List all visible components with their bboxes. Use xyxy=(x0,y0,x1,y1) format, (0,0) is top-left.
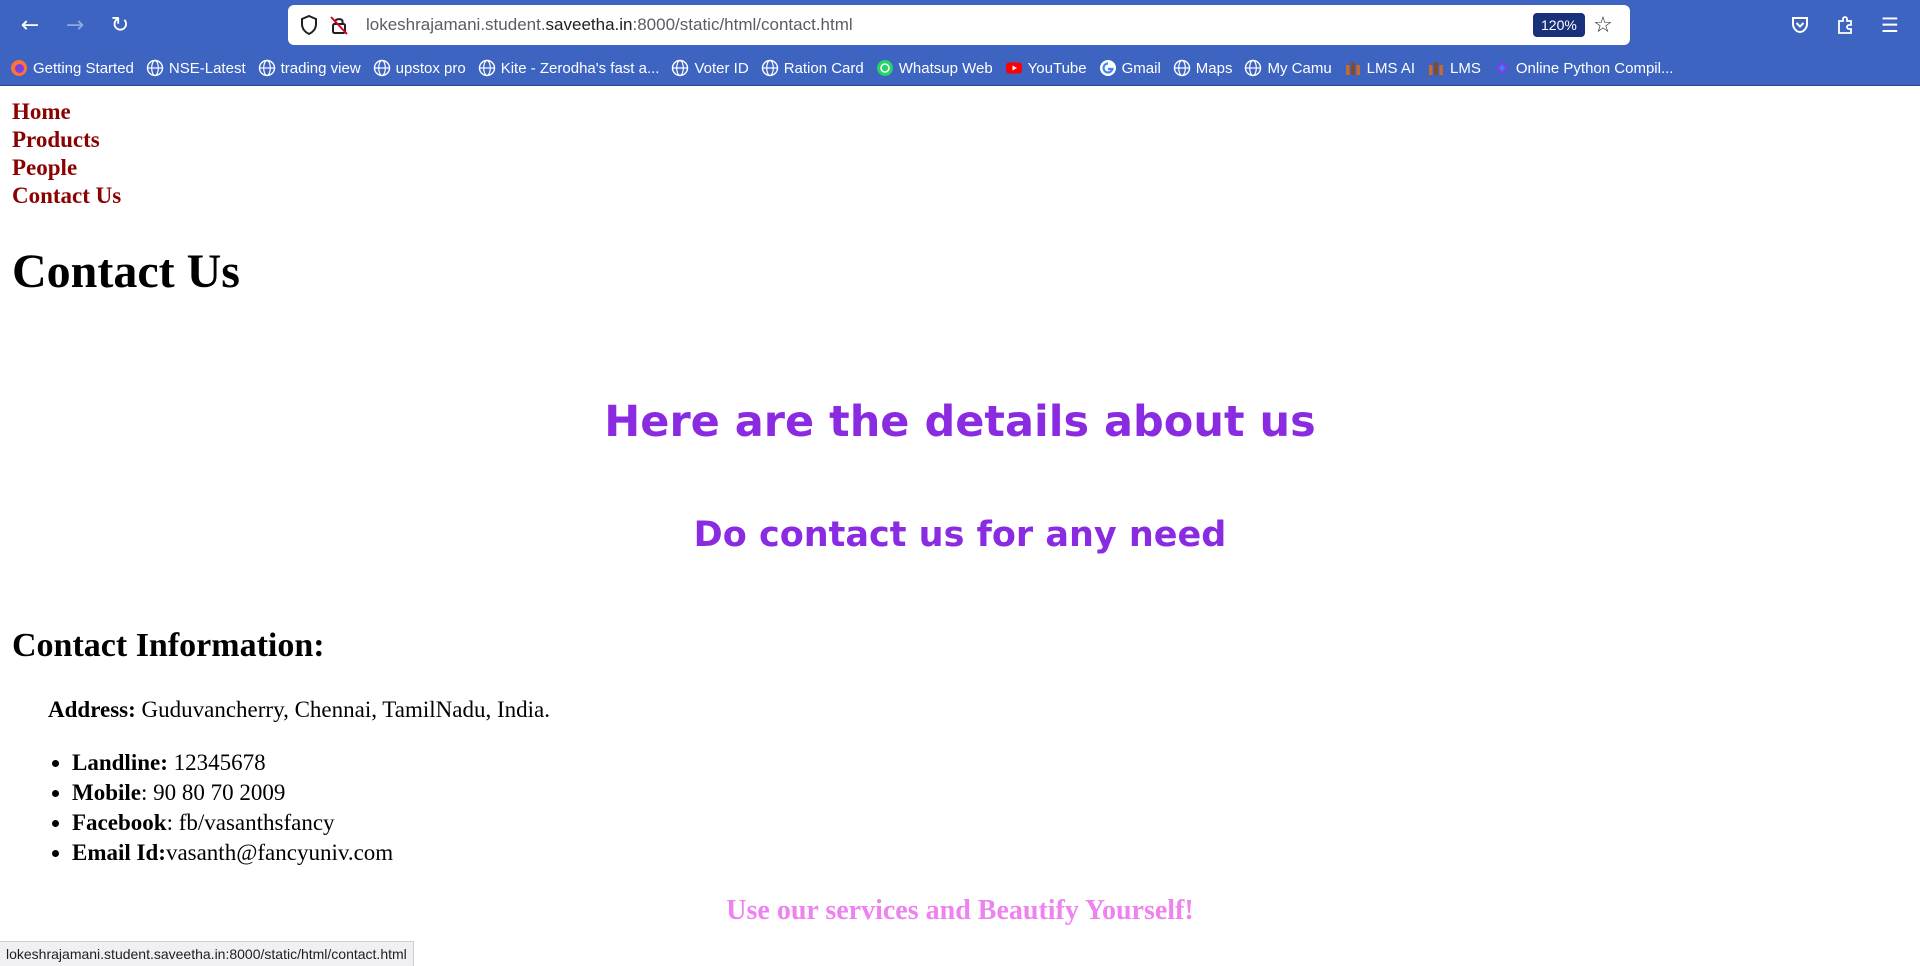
landline-value: 12345678 xyxy=(167,750,266,775)
bookmark-label: Ration Card xyxy=(783,59,864,77)
contact-item-email: Email Id:vasanth@fancyuniv.com xyxy=(72,838,393,868)
bookmark-my-camu[interactable]: My Camu xyxy=(1244,59,1332,77)
email-value: vasanth@fancyuniv.com xyxy=(165,840,394,865)
zoom-level-badge[interactable]: 120% xyxy=(1533,13,1585,37)
globe-icon xyxy=(258,59,276,77)
browser-toolbar: ← → ↻ lokeshrajamani.student.saveetha.in… xyxy=(0,0,1920,86)
page-content: Home Products People Contact Us Contact … xyxy=(0,86,1920,965)
site-nav: Home Products People Contact Us xyxy=(12,98,121,210)
bookmark-label: NSE-Latest xyxy=(168,59,246,77)
bookmark-gmail[interactable]: Gmail xyxy=(1099,59,1161,77)
pocket-icon[interactable] xyxy=(1782,7,1818,43)
bookmark-ration-card[interactable]: Ration Card xyxy=(761,59,864,77)
back-arrow-icon[interactable]: ← xyxy=(12,7,48,43)
bookmark-lms[interactable]: LMS xyxy=(1427,59,1481,77)
bookmark-whatsup-web[interactable]: Whatsup Web xyxy=(876,59,993,77)
bookmarks-toolbar: Getting Started NSE-Latest trading view ups… xyxy=(10,54,1685,82)
nav-link-people[interactable]: People xyxy=(12,154,121,182)
nav-link-home[interactable]: Home xyxy=(12,98,121,126)
firefox-icon xyxy=(10,59,28,77)
bookmark-voter-id[interactable]: Voter ID xyxy=(671,59,749,77)
bookmark-label: LMS AI xyxy=(1366,59,1416,77)
bookmark-youtube[interactable]: YouTube xyxy=(1005,59,1087,77)
bookmark-label: Maps xyxy=(1195,59,1233,77)
bookmark-kite-zerodha-s-fast-a[interactable]: Kite - Zerodha's fast a... xyxy=(478,59,660,77)
page-title: Contact Us xyxy=(12,245,240,298)
hero-subheading: Do contact us for any need xyxy=(693,515,1227,555)
hamburger-menu-icon[interactable]: ☰ xyxy=(1872,7,1908,43)
lms-icon xyxy=(1344,59,1362,77)
contact-item-landline: Landline: 12345678 xyxy=(72,748,393,778)
globe-icon xyxy=(373,59,391,77)
insecure-lock-icon[interactable] xyxy=(328,14,350,36)
contact-list: Landline: 12345678 Mobile: 90 80 70 2009… xyxy=(72,748,393,868)
bookmark-label: Online Python Compil... xyxy=(1515,59,1674,77)
globe-icon xyxy=(1244,59,1262,77)
extensions-puzzle-icon[interactable] xyxy=(1827,7,1863,43)
link-status-bar: lokeshrajamani.student.saveetha.in:8000/… xyxy=(0,941,414,966)
bookmark-getting-started[interactable]: Getting Started xyxy=(10,59,134,77)
url-prefix: lokeshrajamani.student. xyxy=(366,15,546,34)
globe-icon xyxy=(478,59,496,77)
address-label: Address: xyxy=(48,697,136,722)
lms-icon xyxy=(1427,59,1445,77)
reload-icon[interactable]: ↻ xyxy=(102,7,138,43)
url-suffix: :8000/static/html/contact.html xyxy=(632,15,853,34)
bookmark-label: Voter ID xyxy=(694,59,749,77)
bookmark-nse-latest[interactable]: NSE-Latest xyxy=(146,59,246,77)
bookmark-maps[interactable]: Maps xyxy=(1173,59,1233,77)
shield-icon[interactable] xyxy=(298,14,320,36)
bookmark-label: YouTube xyxy=(1027,59,1087,77)
landline-label: Landline: xyxy=(72,750,168,775)
bookmark-label: upstox pro xyxy=(395,59,466,77)
bookmark-online-python-compil[interactable]: Online Python Compil... xyxy=(1493,59,1674,77)
contact-info-heading: Contact Information: xyxy=(12,627,325,664)
url-text[interactable]: lokeshrajamani.student.saveetha.in:8000/… xyxy=(366,5,853,45)
forward-arrow-icon[interactable]: → xyxy=(57,7,93,43)
bookmark-star-icon[interactable]: ☆ xyxy=(1588,10,1618,40)
bookmark-label: Kite - Zerodha's fast a... xyxy=(500,59,660,77)
python-compiler-icon xyxy=(1493,59,1511,77)
mobile-value: : 90 80 70 2009 xyxy=(141,780,286,805)
address-value: Guduvancherry, Chennai, TamilNadu, India… xyxy=(135,697,550,722)
facebook-value: : fb/vasanthsfancy xyxy=(166,810,335,835)
google-icon xyxy=(1099,59,1117,77)
address-line: Address: Guduvancherry, Chennai, TamilNa… xyxy=(48,696,550,724)
bookmark-lms-ai[interactable]: LMS AI xyxy=(1344,59,1415,77)
url-domain: saveetha.in xyxy=(545,15,633,34)
hero-heading: Here are the details about us xyxy=(604,397,1316,447)
youtube-icon xyxy=(1005,59,1023,77)
globe-icon xyxy=(761,59,779,77)
email-label: Email Id: xyxy=(72,840,166,865)
facebook-label: Facebook xyxy=(72,810,167,835)
bookmark-upstox-pro[interactable]: upstox pro xyxy=(373,59,466,77)
bookmark-label: Gmail xyxy=(1121,59,1161,77)
mobile-label: Mobile xyxy=(72,780,141,805)
whatsapp-icon xyxy=(876,59,894,77)
bookmark-label: LMS xyxy=(1450,59,1481,77)
bookmark-label: My Camu xyxy=(1267,59,1332,77)
globe-icon xyxy=(1173,59,1191,77)
bookmark-label: Whatsup Web xyxy=(898,59,993,77)
address-bar[interactable]: lokeshrajamani.student.saveetha.in:8000/… xyxy=(288,5,1630,45)
bookmark-label: trading view xyxy=(280,59,361,77)
tagline: Use our services and Beautify Yourself! xyxy=(726,895,1194,926)
contact-item-facebook: Facebook: fb/vasanthsfancy xyxy=(72,808,393,838)
bookmark-trading-view[interactable]: trading view xyxy=(258,59,361,77)
nav-link-products[interactable]: Products xyxy=(12,126,121,154)
globe-icon xyxy=(146,59,164,77)
bookmark-label: Getting Started xyxy=(33,59,134,77)
nav-link-contact-us[interactable]: Contact Us xyxy=(12,182,121,210)
contact-item-mobile: Mobile: 90 80 70 2009 xyxy=(72,778,393,808)
globe-icon xyxy=(671,59,689,77)
